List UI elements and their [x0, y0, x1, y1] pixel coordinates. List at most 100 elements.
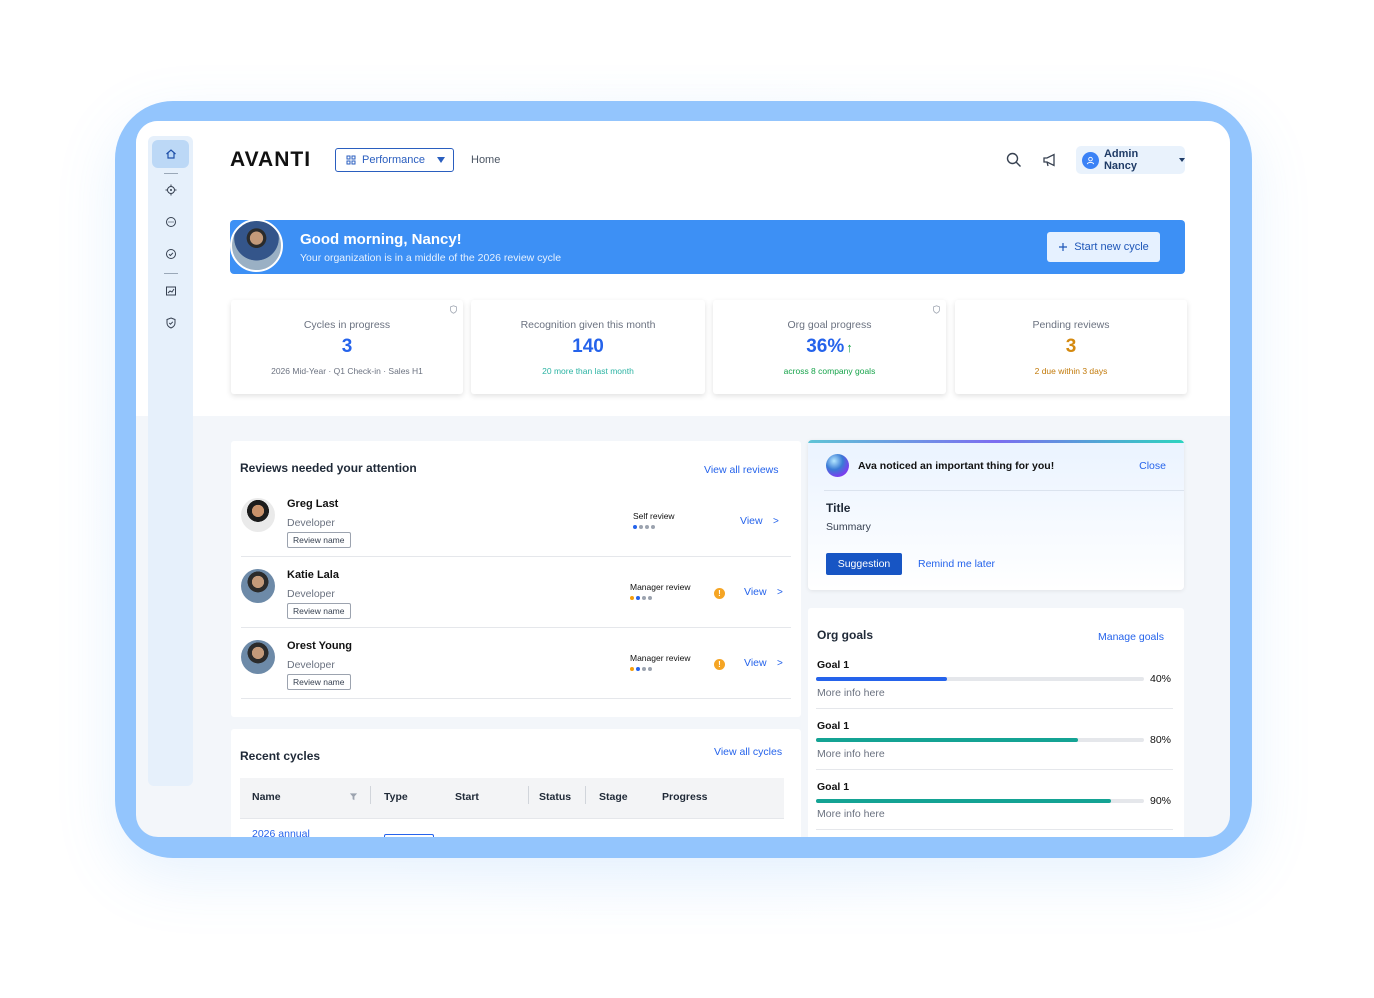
review-stage-dots	[630, 667, 652, 671]
review-type: Manager review	[630, 653, 691, 663]
stat-card-goal-progress[interactable]: Org goal progress 36% ↑ across 8 company …	[713, 300, 946, 394]
caret-down-icon	[436, 157, 445, 163]
column-divider	[585, 786, 586, 804]
column-header-type[interactable]: Type	[384, 791, 408, 803]
suggestion-button[interactable]: Suggestion	[826, 553, 902, 575]
sidebar-item-goals[interactable]	[152, 176, 189, 204]
goal-percent: 80%	[1150, 734, 1172, 746]
brand-logo[interactable]: AVANTI	[230, 148, 311, 172]
home-icon	[165, 149, 176, 159]
close-button[interactable]: Close	[1139, 460, 1166, 472]
stat-card-recognition[interactable]: Recognition given this month 140 20 more…	[471, 300, 705, 394]
greeting-subtitle: Your organization is in a middle of the …	[300, 252, 562, 264]
insight-summary: Summary	[826, 521, 871, 533]
goal-name[interactable]: Goal 1	[817, 720, 849, 732]
sidebar-item-feedback[interactable]	[152, 208, 189, 236]
goal-info: More info here	[817, 687, 885, 699]
goal-name[interactable]: Goal 1	[817, 659, 849, 671]
start-new-cycle-button[interactable]: Start new cycle	[1047, 232, 1160, 262]
view-all-cycles-link[interactable]: View all cycles	[714, 746, 782, 758]
goal-progress-fill	[816, 799, 1112, 803]
caret-down-icon	[1179, 158, 1185, 162]
module-selector[interactable]: Performance	[335, 148, 454, 172]
stat-card-cycles[interactable]: Cycles in progress 3 2026 Mid-Year · Q1 …	[231, 300, 463, 394]
stat-sub: 2 due within 3 days	[1034, 366, 1108, 376]
sidebar-item-home[interactable]	[152, 140, 189, 168]
goal-info: More info here	[817, 748, 885, 760]
reviews-title: Reviews needed your attention	[240, 461, 417, 475]
goal-divider	[816, 829, 1173, 830]
goal-percent: 90%	[1150, 795, 1172, 807]
remind-later-button[interactable]: Remind me later	[918, 558, 995, 570]
manage-goals-link[interactable]: Manage goals	[1098, 631, 1164, 643]
view-review-link[interactable]: View	[744, 586, 767, 598]
announcement-icon[interactable]	[1041, 151, 1059, 169]
breadcrumb[interactable]: Home	[471, 154, 500, 166]
avatar	[241, 498, 275, 532]
reviewee-name: Katie Lala	[287, 569, 339, 581]
review-row[interactable]: Katie Lala Developer Review name Manager…	[241, 558, 791, 628]
user-menu[interactable]: Admin Nancy	[1076, 146, 1185, 174]
review-row[interactable]: Orest Young Developer Review name Manage…	[241, 629, 791, 699]
review-name-tag: Review name	[287, 603, 351, 619]
sidebar-item-admin[interactable]	[152, 309, 189, 337]
chevron-right-icon[interactable]: >	[777, 658, 783, 669]
column-header-progress[interactable]: Progress	[662, 791, 708, 803]
stat-value: 36%	[806, 336, 845, 357]
avatar	[241, 569, 275, 603]
view-review-link[interactable]: View	[740, 515, 763, 527]
chevron-right-icon[interactable]: >	[777, 587, 783, 598]
review-name-tag: Review name	[287, 674, 351, 690]
greeting-title: Good morning, Nancy!	[300, 231, 462, 248]
reviewee-role: Developer	[287, 588, 335, 600]
insight-title: Title	[826, 501, 851, 515]
ava-orb-icon	[826, 454, 849, 477]
column-header-start[interactable]: Start	[455, 791, 479, 803]
column-header-stage[interactable]: Stage	[599, 791, 628, 803]
stat-value: 3	[1065, 336, 1077, 357]
goal-name[interactable]: Goal 1	[817, 781, 849, 793]
cycle-name-link[interactable]: 2026 annual	[252, 828, 310, 837]
stat-label: Cycles in progress	[303, 319, 391, 331]
sidebar-divider	[164, 173, 178, 174]
stat-card-pending-reviews[interactable]: Pending reviews 3 2 due within 3 days	[955, 300, 1187, 394]
column-divider	[370, 786, 371, 804]
review-stage-dots	[633, 525, 655, 529]
column-header-status[interactable]: Status	[539, 791, 571, 803]
user-name: Admin Nancy	[1103, 148, 1139, 172]
goal-divider	[816, 708, 1173, 709]
goal-progress-track	[816, 738, 1144, 742]
reviewee-role: Developer	[287, 517, 335, 529]
module-label: Performance	[362, 154, 425, 166]
stat-value: 140	[572, 336, 604, 357]
sidebar-divider	[164, 273, 178, 274]
chart-icon	[165, 286, 176, 296]
recent-cycles-title: Recent cycles	[240, 749, 321, 763]
stat-sub: 2026 Mid-Year · Q1 Check-in · Sales H1	[271, 366, 423, 376]
shield-icon	[450, 305, 457, 314]
review-type: Self review	[633, 511, 675, 521]
review-row[interactable]: Greg Last Developer Review name Self rev…	[241, 487, 791, 557]
org-goals-title: Org goals	[817, 628, 874, 642]
filter-icon[interactable]	[349, 792, 358, 801]
review-name-tag: Review name	[287, 532, 351, 548]
shield-icon	[166, 317, 175, 329]
stat-sub: across 8 company goals	[783, 366, 876, 376]
cycle-type-badge	[384, 834, 434, 837]
reviewee-role: Developer	[287, 659, 335, 671]
stat-sub: 20 more than last month	[542, 366, 634, 376]
goal-progress-fill	[816, 677, 948, 681]
sidebar-item-analytics[interactable]	[152, 277, 189, 305]
divider	[824, 490, 1184, 491]
view-all-reviews-link[interactable]: View all reviews	[704, 464, 779, 476]
start-new-cycle-label: Start new cycle	[1074, 241, 1149, 253]
stat-value: 3	[341, 336, 353, 357]
view-review-link[interactable]: View	[744, 657, 767, 669]
column-divider	[528, 786, 529, 804]
goal-percent: 40%	[1150, 673, 1172, 685]
chevron-right-icon[interactable]: >	[773, 516, 779, 527]
search-icon[interactable]	[1005, 151, 1023, 169]
goal-progress-fill	[816, 738, 1079, 742]
column-header-name[interactable]: Name	[252, 791, 281, 803]
sidebar-item-reviews[interactable]	[152, 240, 189, 268]
